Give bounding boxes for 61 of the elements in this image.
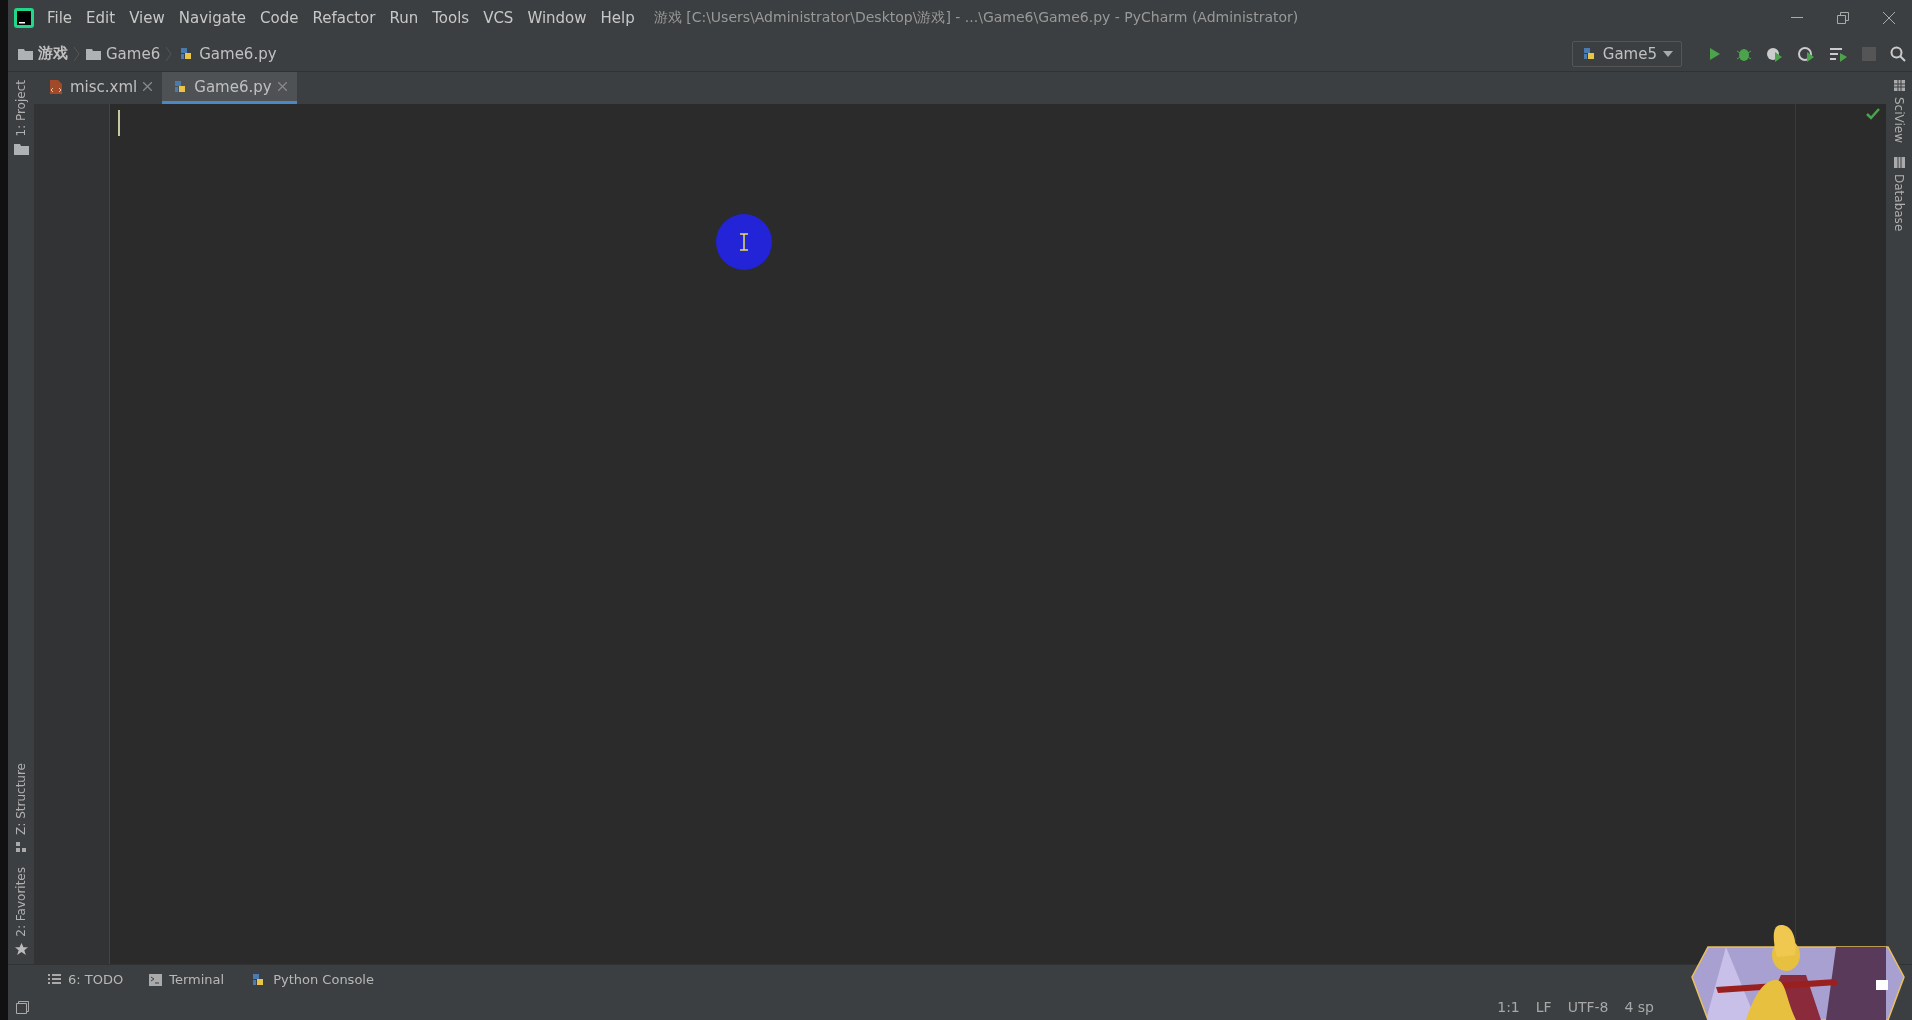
- chevron-icon: [74, 46, 80, 61]
- close-icon: [1883, 12, 1895, 24]
- folder-icon: [13, 142, 29, 155]
- chevron-icon: [166, 46, 173, 61]
- panel-toggle-icon[interactable]: [16, 1000, 29, 1014]
- minimize-icon: [1791, 17, 1803, 19]
- close-icon[interactable]: [277, 82, 287, 91]
- caret-icon: [1663, 50, 1673, 57]
- text-cursor-icon: [740, 233, 748, 251]
- tool-window-button[interactable]: Python Console: [250, 971, 374, 988]
- terminal-icon: [149, 973, 163, 986]
- breadcrumb-label: Game6: [106, 44, 161, 63]
- restore-icon: [1837, 12, 1849, 24]
- menu-item[interactable]: VCS: [476, 9, 521, 27]
- breadcrumb[interactable]: 游戏: [18, 44, 68, 63]
- close-icon[interactable]: [143, 82, 153, 91]
- tool-window-button[interactable]: SciView: [1892, 80, 1906, 144]
- coverage-icon[interactable]: [1766, 45, 1784, 62]
- menu-item[interactable]: Window: [520, 9, 594, 27]
- editor-tab[interactable]: Game6.py: [162, 72, 297, 104]
- menu-item[interactable]: Navigate: [171, 9, 254, 27]
- status-item[interactable]: UTF-8: [1567, 999, 1609, 1015]
- structure-icon: [15, 841, 27, 854]
- star-icon: [14, 943, 28, 956]
- checkmark-icon: [1866, 108, 1880, 120]
- menu-item[interactable]: Refactor: [305, 9, 383, 27]
- menu-item[interactable]: File: [40, 9, 80, 27]
- app-logo-icon: [14, 8, 34, 28]
- search-icon[interactable]: [1890, 45, 1906, 62]
- list-icon: [48, 974, 61, 985]
- status-item[interactable]: 4 sp: [1624, 999, 1654, 1015]
- grid-icon: [1893, 80, 1905, 91]
- breadcrumb[interactable]: Game6.py: [178, 44, 277, 63]
- menu-item[interactable]: Edit: [79, 9, 123, 27]
- breadcrumb[interactable]: Game6: [86, 44, 161, 63]
- folder-icon: [18, 47, 33, 60]
- breadcrumb-label: 游戏: [38, 44, 68, 63]
- menu-item[interactable]: Run: [382, 9, 426, 27]
- menu-item[interactable]: View: [122, 9, 172, 27]
- tool-window-button[interactable]: 2: Favorites: [14, 867, 28, 956]
- run-icon[interactable]: [1708, 45, 1722, 62]
- table-icon: [1893, 157, 1905, 169]
- concurrency-icon[interactable]: [1830, 45, 1848, 62]
- editor-tab[interactable]: misc.xml: [38, 72, 163, 104]
- window-title: 游戏 [C:\Users\Administrator\Desktop\游戏] - ...\Game6\Game6.py - PyCharm (Administrator): [653, 9, 1299, 27]
- project-tool-button[interactable]: 1: Project: [13, 80, 29, 155]
- folder-icon: [86, 47, 101, 60]
- menu-item[interactable]: Code: [253, 9, 306, 27]
- text-caret: [118, 110, 120, 136]
- run-configuration-dropdown[interactable]: Game5: [1571, 40, 1682, 67]
- tool-window-button[interactable]: Database: [1892, 157, 1906, 232]
- status-item[interactable]: 1:1: [1497, 999, 1520, 1015]
- xml-file-icon: [48, 78, 64, 95]
- tool-window-button[interactable]: Terminal: [149, 972, 225, 987]
- menu-item[interactable]: Help: [593, 9, 642, 27]
- profiler-icon[interactable]: [1798, 45, 1816, 62]
- status-item[interactable]: LF: [1535, 999, 1552, 1015]
- tool-window-button[interactable]: Z: Structure: [14, 763, 28, 854]
- breadcrumb-label: Game6.py: [199, 44, 277, 63]
- menu-item[interactable]: Tools: [425, 9, 477, 27]
- tool-window-button[interactable]: 6: TODO: [48, 972, 124, 987]
